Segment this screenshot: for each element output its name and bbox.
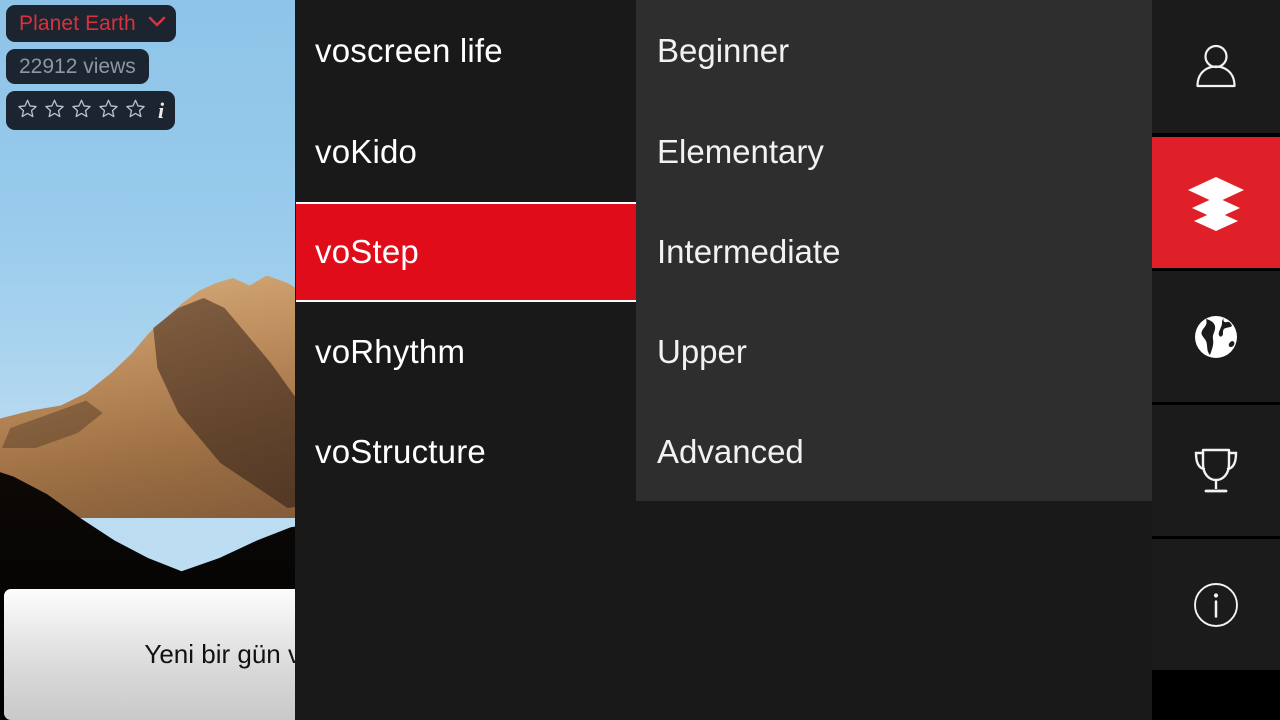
star-outline-icon[interactable] <box>98 98 119 124</box>
app-root: Planet Earth 22912 views i Yeni bir gün … <box>0 0 1280 720</box>
menu-item-upper[interactable]: Upper <box>636 302 1152 402</box>
menu-item-label: voKido <box>315 133 418 170</box>
menu-column-secondary-filler <box>636 501 1152 720</box>
subtitle-panel: Yeni bir gün v <box>4 589 295 720</box>
right-sidebar <box>1152 0 1280 720</box>
menu-item-label: Intermediate <box>657 233 841 270</box>
menu-column-primary: voscreen life voKido voStep voRhythm voS… <box>295 0 636 720</box>
globe-icon <box>1188 309 1244 365</box>
menu-item-advanced[interactable]: Advanced <box>636 402 1152 502</box>
star-outline-icon[interactable] <box>125 98 146 124</box>
menu-item-label: voStructure <box>315 433 486 470</box>
menu-item-label: Upper <box>657 333 747 370</box>
video-views-label: 22912 views <box>19 54 136 78</box>
sidebar-item-world[interactable] <box>1152 271 1280 402</box>
menu-item-label: Elementary <box>657 133 824 170</box>
info-italic-icon[interactable]: i <box>158 99 164 122</box>
menu-item-label: voscreen life <box>315 32 503 69</box>
video-views-badge: 22912 views <box>6 49 149 84</box>
menu-item-label: voRhythm <box>315 333 466 370</box>
sidebar-item-info[interactable] <box>1152 539 1280 670</box>
menu-item-vokido[interactable]: voKido <box>295 102 636 202</box>
menu-item-vostructure[interactable]: voStructure <box>295 402 636 502</box>
menu-item-intermediate[interactable]: Intermediate <box>636 202 1152 302</box>
subtitle-text: Yeni bir gün v <box>144 639 295 669</box>
menu-item-label: Beginner <box>657 32 790 69</box>
menu-item-vorhythm[interactable]: voRhythm <box>295 302 636 402</box>
menu-item-voscreen-life[interactable]: voscreen life <box>295 1 636 101</box>
star-outline-icon[interactable] <box>17 98 38 124</box>
person-icon <box>1187 38 1245 96</box>
video-title-badge[interactable]: Planet Earth <box>6 5 176 42</box>
menu-item-label: Advanced <box>657 433 804 470</box>
menu-item-vostep[interactable]: voStep <box>295 202 636 302</box>
layers-icon <box>1185 175 1247 231</box>
video-overlay-badges: Planet Earth 22912 views i <box>6 5 176 137</box>
menu-item-label: voStep <box>315 233 419 270</box>
sidebar-item-profile[interactable] <box>1152 0 1280 133</box>
menu-item-beginner[interactable]: Beginner <box>636 1 1152 101</box>
menu-item-elementary[interactable]: Elementary <box>636 102 1152 202</box>
video-rating-badge[interactable]: i <box>6 91 176 130</box>
trophy-icon <box>1187 442 1245 500</box>
menu-left-edge <box>295 0 296 720</box>
sidebar-item-achievements[interactable] <box>1152 405 1280 536</box>
star-outline-icon[interactable] <box>71 98 92 124</box>
star-outline-icon[interactable] <box>44 98 65 124</box>
menu-column-secondary: Beginner Elementary Intermediate Upper A… <box>636 0 1152 501</box>
info-circle-icon <box>1188 577 1244 633</box>
sidebar-item-levels[interactable] <box>1152 137 1280 268</box>
chevron-down-icon <box>148 15 166 33</box>
video-title-label: Planet Earth <box>19 11 136 35</box>
